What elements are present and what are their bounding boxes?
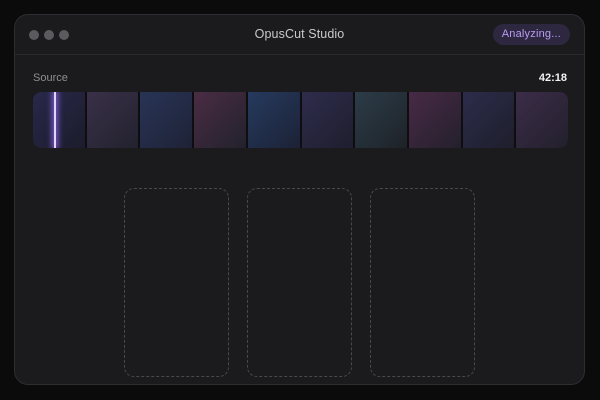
filmstrip-frame[interactable] bbox=[86, 92, 139, 148]
filmstrip-frame[interactable] bbox=[140, 92, 193, 148]
filmstrip-frame[interactable] bbox=[301, 92, 354, 148]
filmstrip-frame[interactable] bbox=[355, 92, 407, 148]
title-bar: OpusCut Studio Analyzing... bbox=[15, 15, 584, 55]
filmstrip-frame[interactable] bbox=[247, 92, 300, 148]
status-badge: Analyzing... bbox=[492, 24, 570, 45]
filmstrip-frame[interactable] bbox=[516, 92, 568, 148]
filmstrip-frame[interactable] bbox=[194, 92, 246, 148]
playhead[interactable] bbox=[54, 92, 56, 148]
source-label: Source bbox=[33, 72, 68, 84]
source-duration: 42:18 bbox=[538, 72, 567, 84]
filmstrip-frame[interactable] bbox=[462, 92, 515, 148]
clip-slot-placeholder-3 bbox=[370, 188, 475, 377]
clip-slot-placeholder-2 bbox=[247, 188, 352, 377]
filmstrip-frame[interactable] bbox=[33, 92, 85, 148]
filmstrip-frame[interactable] bbox=[408, 92, 461, 148]
source-filmstrip[interactable] bbox=[33, 92, 568, 148]
clip-slot-placeholder-1 bbox=[124, 188, 229, 377]
app-window: OpusCut Studio Analyzing... Source 42:18 bbox=[14, 14, 585, 385]
